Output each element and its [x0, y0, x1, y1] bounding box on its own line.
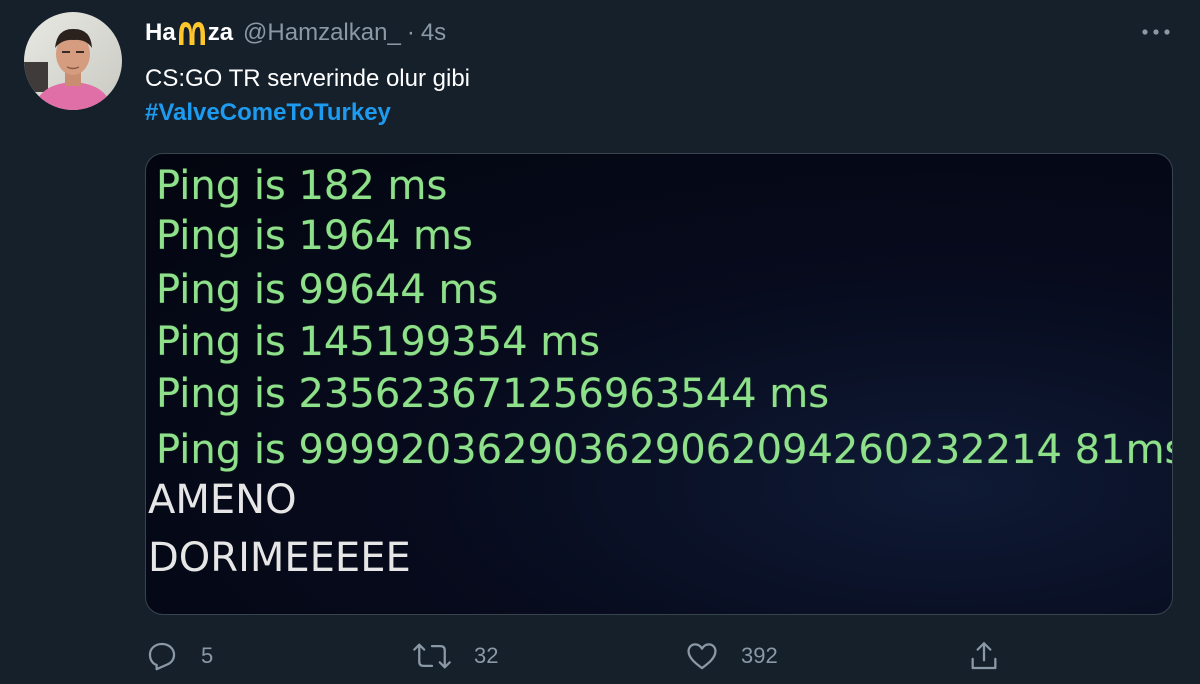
- tweet-header: Ha za @Hamzalkan_ · 4s: [145, 16, 446, 50]
- retweet-count: 32: [474, 643, 499, 668]
- ping-line-1: Ping is 182 ms: [156, 163, 448, 209]
- display-name[interactable]: Ha za: [145, 19, 233, 47]
- reply-icon: [148, 642, 176, 671]
- more-options-button[interactable]: [1136, 18, 1176, 46]
- ping-line-2: Ping is 1964 ms: [156, 213, 473, 259]
- share-button[interactable]: [967, 634, 1023, 678]
- hashtag-link[interactable]: #ValveComeToTurkey: [145, 96, 391, 130]
- like-button[interactable]: 392: [685, 634, 778, 678]
- timestamp[interactable]: 4s: [421, 19, 446, 47]
- like-count: 392: [741, 643, 778, 668]
- reply-count: 5: [201, 643, 214, 668]
- more-horizontal-icon: [1142, 29, 1170, 35]
- separator-dot: ·: [406, 19, 415, 46]
- media-image[interactable]: Ping is 182 ms Ping is 1964 ms Ping is 9…: [145, 153, 1173, 615]
- reply-button[interactable]: 5: [145, 634, 213, 678]
- tweet: Ha za @Hamzalkan_ · 4s CS:GO TR serverin…: [0, 0, 1200, 684]
- user-handle[interactable]: @Hamzalkan_: [243, 19, 401, 47]
- tweet-text: CS:GO TR serverinde olur gibi: [145, 65, 471, 92]
- ping-line-5: Ping is 235623671256963544 ms: [156, 371, 830, 417]
- avatar[interactable]: [24, 12, 122, 110]
- retweet-icon: [413, 643, 451, 669]
- tweet-actions: 5 32 392: [145, 634, 1171, 678]
- ping-line-4: Ping is 145199354 ms: [156, 319, 601, 365]
- ping-line-6: Ping is 999920362903629062094260232214 8…: [156, 427, 1173, 473]
- heart-icon: [687, 643, 717, 670]
- ameno-line: AMENO: [148, 477, 297, 523]
- retweet-button[interactable]: 32: [412, 634, 498, 678]
- avatar-image: [24, 12, 122, 110]
- display-name-suffix: za: [207, 19, 234, 46]
- mcdonalds-arches-icon: [178, 22, 205, 45]
- display-name-prefix: Ha: [145, 19, 176, 46]
- dorime-line: DORIMEEEEE: [148, 535, 411, 581]
- ping-line-3: Ping is 99644 ms: [156, 267, 499, 313]
- share-icon: [971, 642, 997, 670]
